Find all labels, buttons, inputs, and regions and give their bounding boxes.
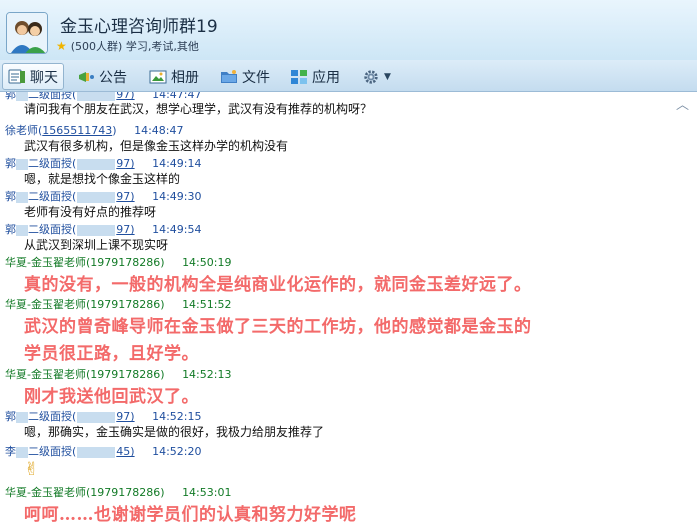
group-avatar[interactable]	[6, 12, 48, 54]
tab-apps[interactable]: 应用	[285, 63, 345, 90]
message-text: 嗯，就是想找个像金玉这样的	[24, 172, 181, 186]
sender-name-tail: 二级面授	[28, 410, 72, 423]
message-text: 真的没有，一般的机构全是纯商业化运作的，就同金玉差好远了。	[24, 275, 532, 295]
message-time: 14:49:30	[152, 190, 202, 203]
message-time: 14:49:54	[152, 223, 202, 236]
message-text-line-2: 学员很正路，且好学。	[24, 344, 199, 364]
sender-name[interactable]: 郭	[5, 410, 16, 423]
message-header: 华夏-金玉翟老师(1979178286) 14:50:19	[5, 256, 232, 269]
chevron-down-icon: ▼	[384, 71, 391, 82]
sender-uid[interactable]: 97)	[116, 157, 134, 170]
sender-name[interactable]: 华夏-金玉翟老师	[5, 486, 86, 499]
sender-name[interactable]: 郭	[5, 157, 16, 170]
announcement-icon	[79, 71, 94, 82]
tab-announcement[interactable]: 公告	[72, 63, 132, 90]
message-time: 14:52:15	[152, 410, 202, 423]
sender-name[interactable]: 华夏-金玉翟老师	[5, 368, 86, 381]
apps-grid-icon	[291, 69, 307, 84]
sender-name-tail: 二级面授	[28, 157, 72, 170]
victory-hand-icon: ✌	[24, 459, 40, 480]
settings-menu-button[interactable]: ▼	[357, 63, 396, 90]
message-header: 郭二级面授(97) 14:49:30	[5, 190, 202, 203]
message-text: 刚才我送他回武汉了。	[24, 387, 199, 407]
photo-album-icon	[149, 70, 167, 83]
message-text: 呵呵……也谢谢学员们的认真和努力好学呢	[24, 505, 357, 525]
message-header: 郭二级面授(97) 14:49:54	[5, 223, 202, 236]
message-header: 华夏-金玉翟老师(1979178286) 14:52:13	[5, 368, 232, 381]
message-header: 郭二级面授(97) 14:49:14	[5, 157, 202, 170]
sender-name[interactable]: 华夏-金玉翟老师	[5, 298, 86, 311]
tab-files[interactable]: 文件	[215, 63, 275, 90]
sender-uid[interactable]: 1979178286	[90, 298, 160, 311]
message-header: 华夏-金玉翟老师(1979178286) 14:51:52	[5, 298, 232, 311]
message-time: 14:48:47	[134, 124, 184, 137]
sender-name[interactable]: 郭	[5, 190, 16, 203]
gear-icon	[364, 69, 378, 84]
message-text: 武汉有很多机构，但是像金玉这样办学的机构没有	[24, 139, 289, 153]
star-icon: ★	[56, 39, 67, 53]
sender-name-tail: 二级面授	[28, 190, 72, 203]
message-text: 请问我有个朋友在武汉，想学心理学，武汉有没有推荐的机构呀？	[24, 102, 373, 116]
group-header: 金玉心理咨询师群19 ★ (500人群) 学习,考试,其他	[0, 0, 697, 60]
folder-icon	[221, 69, 237, 83]
message-header: 郭二级面授(97) 14:52:15	[5, 410, 202, 423]
message-time: 14:52:13	[182, 368, 232, 381]
message-time: 14:49:14	[152, 157, 202, 170]
sender-name[interactable]: 郭	[5, 223, 16, 236]
sender-uid[interactable]: 1979178286	[90, 256, 160, 269]
message-header: 李二级面授(45) 14:52:20	[5, 445, 202, 458]
group-title: 金玉心理咨询师群19	[60, 17, 218, 37]
message-text: 嗯，那确实，金玉确实是做的很好，我极力给朋友推荐了	[24, 425, 325, 439]
tab-album-label: 相册	[171, 69, 199, 86]
tab-apps-label: 应用	[312, 69, 340, 86]
chat-icon	[8, 69, 25, 83]
toolbar: 聊天 公告 相册 文件 应用 ▼	[0, 60, 697, 92]
chat-history[interactable]: ︿ 郭二级面授(97) 14:47:47 请问我有个朋友在武汉，想学心理学，武汉…	[0, 92, 697, 532]
sender-uid[interactable]: 97)	[116, 223, 134, 236]
tab-files-label: 文件	[242, 69, 270, 86]
sender-name[interactable]: 华夏-金玉翟老师	[5, 256, 86, 269]
group-subtitle: ★ (500人群) 学习,考试,其他	[56, 38, 199, 54]
message-time: 14:53:01	[182, 486, 232, 499]
message-header: 徐老师(1565511743) 14:48:47	[5, 124, 184, 137]
collapse-icon[interactable]: ︿	[676, 94, 689, 113]
sender-uid[interactable]: 1565511743	[42, 124, 112, 137]
message-text: 从武汉到深圳上课不现实呀	[24, 238, 169, 252]
message-text-line-1: 武汉的曾奇峰导师在金玉做了三天的工作坊，他的感觉都是金玉的	[24, 317, 532, 337]
sender-uid[interactable]: 97)	[116, 410, 134, 423]
tab-chat-label: 聊天	[30, 69, 58, 86]
sender-name[interactable]: 李	[5, 445, 16, 458]
group-subtitle-text: (500人群) 学习,考试,其他	[70, 40, 199, 53]
sender-name[interactable]: 徐老师	[5, 124, 38, 137]
sender-uid[interactable]: 1979178286	[90, 368, 160, 381]
message-time: 14:51:52	[182, 298, 232, 311]
message-time: 14:52:20	[152, 445, 202, 458]
sender-name-tail: 二级面授	[28, 223, 72, 236]
sender-name[interactable]: 郭	[5, 92, 16, 101]
message-time: 14:50:19	[182, 256, 232, 269]
sender-uid[interactable]: 45)	[116, 445, 134, 458]
tab-chat[interactable]: 聊天	[2, 63, 64, 90]
tab-announcement-label: 公告	[99, 69, 127, 86]
sender-uid[interactable]: 1979178286	[90, 486, 160, 499]
sender-name-tail: 二级面授	[28, 445, 72, 458]
message-text: 老师有没有好点的推荐呀	[24, 205, 157, 219]
message-header: 华夏-金玉翟老师(1979178286) 14:53:01	[5, 486, 232, 499]
sender-uid[interactable]: 97)	[116, 190, 134, 203]
tab-album[interactable]: 相册	[144, 63, 204, 90]
